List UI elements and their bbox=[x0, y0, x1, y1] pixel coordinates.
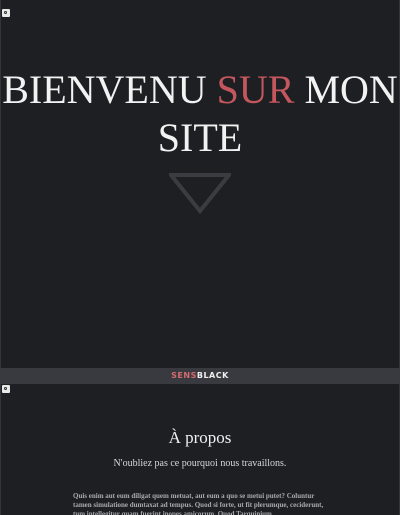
hero-title: BIENVENU SUR MON SITE bbox=[0, 66, 400, 162]
down-triangle-icon[interactable] bbox=[169, 171, 231, 215]
navbar-brand-black[interactable]: BLACK bbox=[197, 371, 229, 380]
about-subtitle: N'oubliez pas ce pourquoi nous travaillo… bbox=[113, 458, 287, 469]
about-title: À propos bbox=[168, 428, 232, 447]
navbar: SENSBLACK bbox=[0, 368, 400, 384]
anchor-icon[interactable] bbox=[2, 385, 10, 393]
hero-title-word-bienvenu: BIENVENU bbox=[2, 67, 207, 112]
hero-section: BIENVENU SUR MON SITE bbox=[0, 0, 400, 368]
hero-title-word-site: SITE bbox=[157, 115, 243, 160]
hero-title-accent-word: SUR bbox=[216, 67, 295, 112]
about-body-text: Quis enim aut eum diligat quem metuat, a… bbox=[73, 492, 324, 515]
navbar-brand-sens[interactable]: SENS bbox=[171, 371, 197, 380]
hero-title-word-mon: MON bbox=[304, 67, 398, 112]
